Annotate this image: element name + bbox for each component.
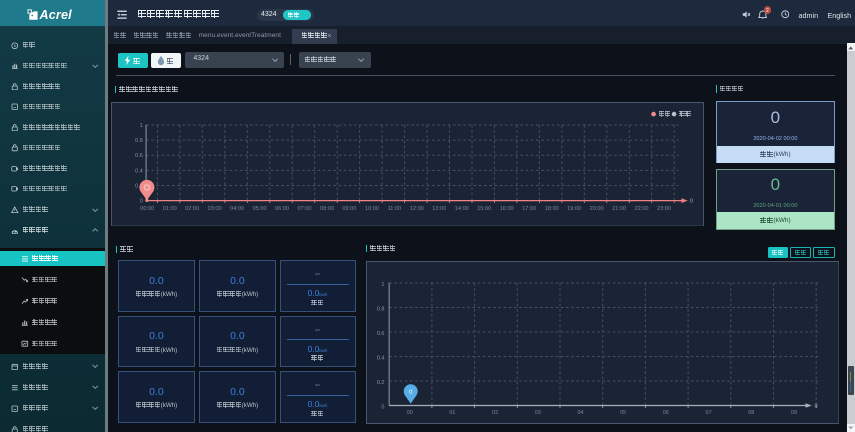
svg-text:01:00: 01:00 <box>163 206 177 212</box>
svg-text:07:00: 07:00 <box>298 206 312 212</box>
svg-text:0: 0 <box>409 390 412 396</box>
svg-text:10:00: 10:00 <box>365 206 379 212</box>
svg-text:0: 0 <box>381 405 384 411</box>
svg-text:08: 08 <box>748 410 754 416</box>
svg-text:16:00: 16:00 <box>500 206 514 212</box>
svg-text:18:00: 18:00 <box>545 206 559 212</box>
svg-text:0: 0 <box>140 198 143 204</box>
svg-text:12:00: 12:00 <box>410 206 424 212</box>
svg-text:13:00: 13:00 <box>433 206 447 212</box>
svg-text:21:00: 21:00 <box>612 206 626 212</box>
svg-text:03:00: 03:00 <box>208 206 222 212</box>
svg-text:07: 07 <box>705 410 711 416</box>
svg-text:02: 02 <box>492 410 498 416</box>
svg-text:00: 00 <box>406 410 412 416</box>
svg-text:02:00: 02:00 <box>186 206 200 212</box>
svg-text:01: 01 <box>449 410 455 416</box>
svg-text:17:00: 17:00 <box>523 206 537 212</box>
svg-text:0.8: 0.8 <box>136 138 144 144</box>
svg-text:05:00: 05:00 <box>253 206 267 212</box>
svg-text:00:00: 00:00 <box>141 206 155 212</box>
svg-text:0.8: 0.8 <box>377 307 385 313</box>
svg-text:04:00: 04:00 <box>231 206 245 212</box>
svg-text:0.2: 0.2 <box>377 380 385 386</box>
svg-text:0.6: 0.6 <box>377 331 385 337</box>
svg-text:06:00: 06:00 <box>275 206 289 212</box>
svg-text:0.4: 0.4 <box>136 168 144 174</box>
svg-text:0.6: 0.6 <box>136 153 144 159</box>
svg-text:0: 0 <box>690 199 693 205</box>
svg-text:11:00: 11:00 <box>388 206 402 212</box>
svg-text:0: 0 <box>814 404 817 410</box>
svg-text:04: 04 <box>577 410 583 416</box>
svg-text:20:00: 20:00 <box>590 206 604 212</box>
svg-text:08:00: 08:00 <box>320 206 334 212</box>
svg-text:19:00: 19:00 <box>567 206 581 212</box>
svg-text:1: 1 <box>381 282 384 288</box>
svg-text:05: 05 <box>620 410 626 416</box>
svg-text:09:00: 09:00 <box>343 206 357 212</box>
svg-text:23:00: 23:00 <box>657 206 671 212</box>
svg-text:22:00: 22:00 <box>635 206 649 212</box>
svg-text:06: 06 <box>663 410 669 416</box>
svg-text:14:00: 14:00 <box>455 206 469 212</box>
svg-text:15:00: 15:00 <box>478 206 492 212</box>
svg-text:09: 09 <box>791 410 797 416</box>
svg-text:1: 1 <box>140 123 143 129</box>
svg-text:0.4: 0.4 <box>377 356 385 362</box>
svg-text:03: 03 <box>535 410 541 416</box>
